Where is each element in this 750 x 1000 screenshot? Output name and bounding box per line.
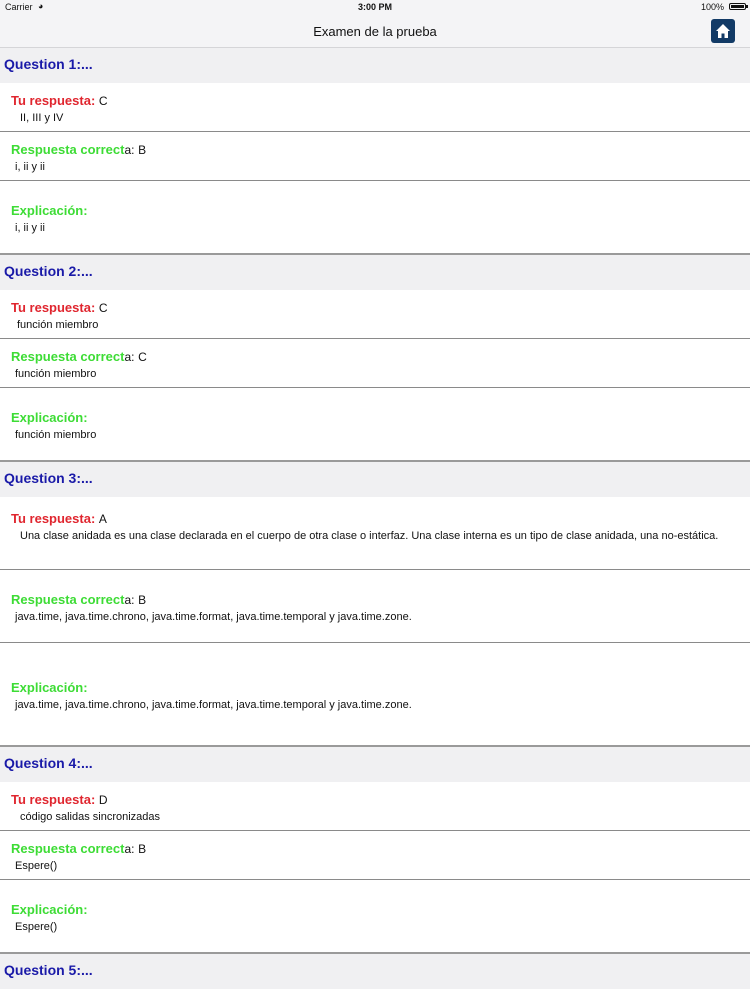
clock: 3:00 PM bbox=[357, 2, 392, 12]
correct-answer-text: i, ii y ii bbox=[15, 161, 45, 173]
page-title: Examen de la prueba bbox=[313, 24, 437, 39]
explanation-row: Explicación: función miembro bbox=[0, 388, 750, 462]
your-answer-text: II, III y IV bbox=[20, 112, 64, 124]
explanation-label: Explicación: bbox=[11, 410, 88, 425]
navigation-bar: Examen de la prueba bbox=[0, 15, 750, 48]
explanation-text: java.time, java.time.chrono, java.time.f… bbox=[15, 699, 412, 711]
question-header[interactable]: Question 2:... bbox=[0, 255, 750, 290]
your-answer-row: Tu respuesta: C II, III y IV bbox=[0, 83, 750, 132]
correct-answer-row: Respuesta correcta: C función miembro bbox=[0, 339, 750, 388]
explanation-label: Explicación: bbox=[11, 680, 88, 695]
your-answer-row: Tu respuesta: C función miembro bbox=[0, 290, 750, 339]
correct-answer-text: función miembro bbox=[15, 368, 97, 380]
your-answer-row: Tu respuesta: D código salidas sincroniz… bbox=[0, 782, 750, 831]
question-title: Question 2:... bbox=[4, 263, 93, 279]
status-bar: Carrier ◕ 3:00 PM 100% bbox=[0, 0, 750, 15]
question-header[interactable]: Question 5:... bbox=[0, 954, 750, 989]
your-answer-letter: D bbox=[98, 793, 108, 807]
explanation-row: Explicación: java.time, java.time.chrono… bbox=[0, 643, 750, 747]
explanation-label: Explicación: bbox=[11, 902, 88, 917]
question-title: Question 3:... bbox=[4, 470, 93, 486]
question-header[interactable]: Question 1:... bbox=[0, 48, 750, 83]
correct-answer-text: Espere() bbox=[15, 860, 58, 872]
your-answer-letter: C bbox=[98, 301, 108, 315]
explanation-row: Explicación: Espere() bbox=[0, 880, 750, 954]
your-answer-text: función miembro bbox=[17, 319, 99, 331]
your-answer-row: Tu respuesta: A Una clase anidada es una… bbox=[0, 497, 750, 570]
explanation-text: i, ii y ii bbox=[15, 222, 45, 234]
results-list[interactable]: Question 1:... Tu respuesta: C II, III y… bbox=[0, 48, 750, 989]
explanation-row: Explicación: i, ii y ii bbox=[0, 181, 750, 255]
your-answer-letter: C bbox=[98, 94, 108, 108]
correct-answer-label: Respuesta correcta: B bbox=[11, 592, 147, 607]
correct-answer-letter: B bbox=[138, 593, 147, 607]
your-answer-letter: A bbox=[98, 512, 107, 526]
correct-answer-label: Respuesta correcta: B bbox=[11, 841, 147, 856]
question-title: Question 5:... bbox=[4, 962, 93, 978]
your-answer-label: Tu respuesta: C bbox=[11, 93, 108, 108]
home-button[interactable] bbox=[711, 19, 735, 43]
explanation-text: función miembro bbox=[15, 429, 97, 441]
your-answer-label: Tu respuesta: A bbox=[11, 511, 107, 526]
correct-answer-label: Respuesta correcta: B bbox=[11, 142, 147, 157]
your-answer-text: código salidas sincronizadas bbox=[20, 811, 161, 823]
battery-icon bbox=[729, 3, 748, 10]
correct-answer-row: Respuesta correcta: B java.time, java.ti… bbox=[0, 570, 750, 643]
your-answer-label: Tu respuesta: D bbox=[11, 792, 108, 807]
battery-percent: 100% bbox=[700, 2, 724, 12]
explanation-text: Espere() bbox=[15, 921, 58, 933]
home-icon bbox=[716, 24, 730, 38]
question-header[interactable]: Question 3:... bbox=[0, 462, 750, 497]
question-title: Question 1:... bbox=[4, 56, 93, 72]
correct-answer-row: Respuesta correcta: B i, ii y ii bbox=[0, 132, 750, 181]
correct-answer-letter: B bbox=[138, 842, 147, 856]
explanation-label: Explicación: bbox=[11, 203, 88, 218]
question-header[interactable]: Question 4:... bbox=[0, 747, 750, 782]
correct-answer-label: Respuesta correcta: C bbox=[11, 349, 147, 364]
correct-answer-letter: C bbox=[138, 350, 147, 364]
your-answer-text: Una clase anidada es una clase declarada… bbox=[20, 530, 719, 542]
question-title: Question 4:... bbox=[4, 755, 93, 771]
correct-answer-text: java.time, java.time.chrono, java.time.f… bbox=[15, 611, 412, 623]
correct-answer-row: Respuesta correcta: B Espere() bbox=[0, 831, 750, 880]
correct-answer-letter: B bbox=[138, 143, 147, 157]
your-answer-label: Tu respuesta: C bbox=[11, 300, 108, 315]
